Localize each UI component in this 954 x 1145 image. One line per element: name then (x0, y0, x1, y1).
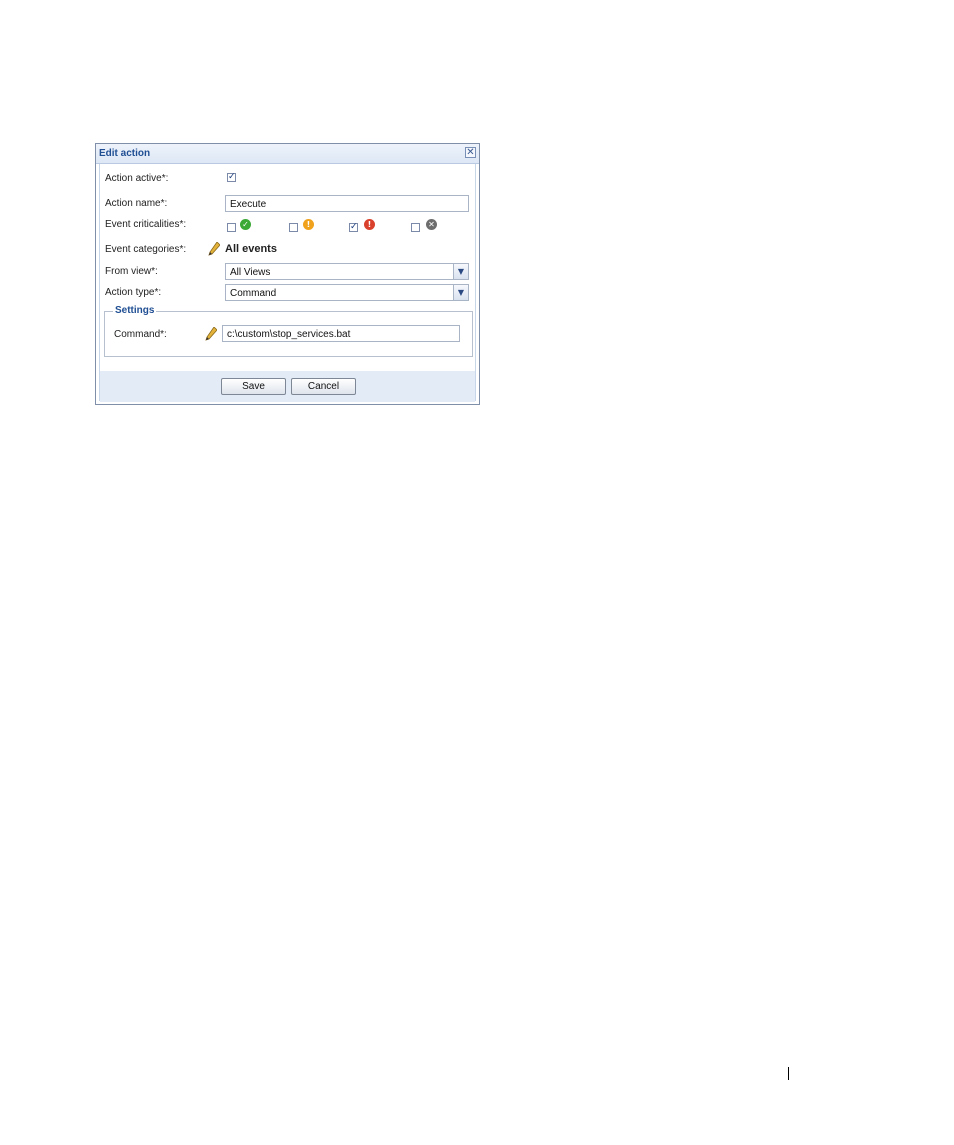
from-view-value: All Views (230, 267, 271, 278)
criticality-error-checkbox[interactable]: ✓ (349, 223, 358, 232)
page-margin-rule (788, 1067, 789, 1080)
chevron-down-icon[interactable]: ▼ (453, 285, 468, 300)
from-view-label: From view*: (105, 266, 158, 277)
dialog-titlebar: Edit action ✕ (96, 144, 479, 164)
settings-group: Settings Command*: c:\custom\stop_servic… (104, 305, 473, 357)
unknown-icon: ✕ (426, 219, 437, 230)
cancel-button[interactable]: Cancel (291, 378, 356, 395)
pencil-icon[interactable] (205, 327, 217, 341)
action-type-value: Command (230, 288, 277, 299)
edit-action-dialog: Edit action ✕ Action active*: ✓ Action n… (95, 143, 480, 405)
criticality-unknown-checkbox[interactable] (411, 223, 420, 232)
criticality-warning-checkbox[interactable] (289, 223, 298, 232)
action-active-label: Action active*: (105, 173, 169, 184)
close-icon[interactable]: ✕ (465, 147, 476, 158)
command-label: Command*: (114, 329, 167, 340)
action-active-checkbox[interactable]: ✓ (227, 173, 236, 182)
ok-icon: ✓ (240, 219, 251, 230)
from-view-select[interactable]: All Views ▼ (225, 263, 469, 280)
pencil-icon[interactable] (208, 242, 220, 256)
chevron-down-icon[interactable]: ▼ (453, 264, 468, 279)
error-icon: ! (364, 219, 375, 230)
settings-legend: Settings (113, 305, 157, 316)
command-field[interactable]: c:\custom\stop_services.bat (222, 325, 460, 342)
action-type-label: Action type*: (105, 287, 162, 298)
criticality-ok-checkbox[interactable] (227, 223, 236, 232)
action-type-select[interactable]: Command ▼ (225, 284, 469, 301)
warning-icon: ! (303, 219, 314, 230)
action-name-field[interactable]: Execute (225, 195, 469, 212)
save-button[interactable]: Save (221, 378, 286, 395)
action-name-label: Action name*: (105, 198, 168, 209)
event-categories-label: Event categories*: (105, 244, 187, 255)
dialog-footer: Save Cancel (100, 371, 475, 402)
dialog-title: Edit action (99, 148, 151, 159)
event-categories-value: All events (225, 243, 277, 255)
event-criticalities-label: Event criticalities*: (105, 219, 187, 230)
